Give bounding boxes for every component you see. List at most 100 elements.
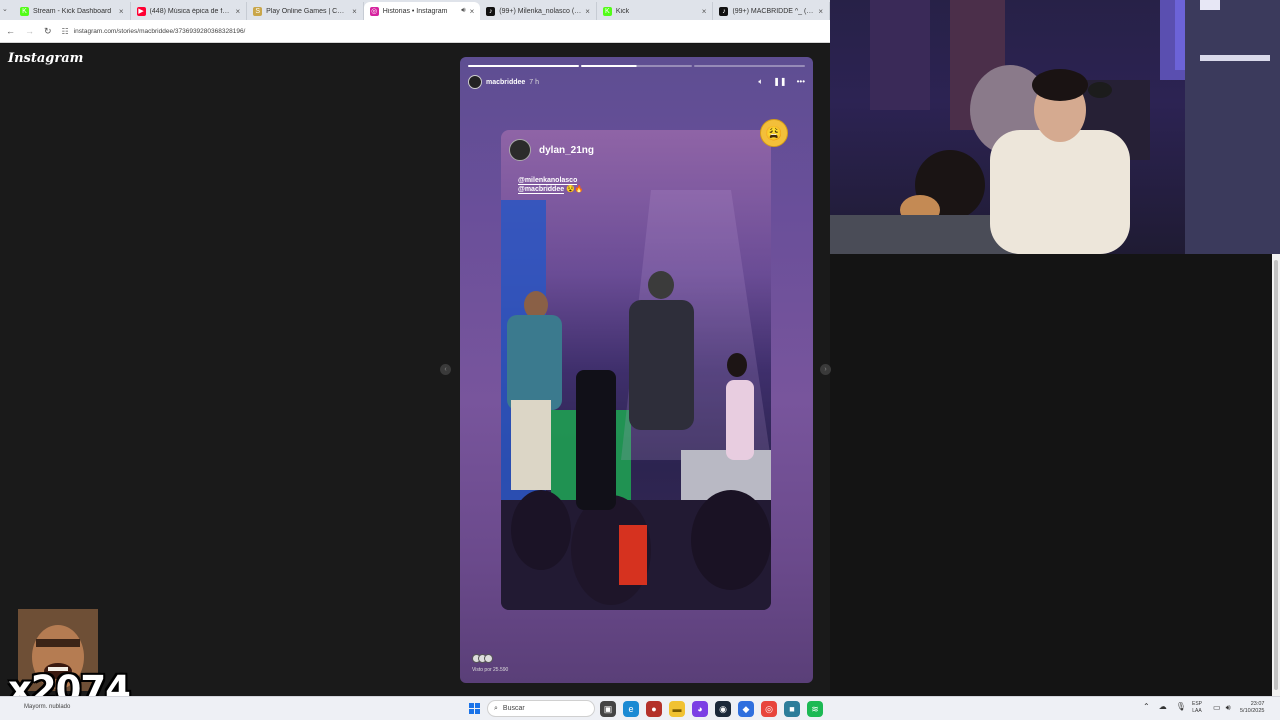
browser-tab[interactable]: ◎ Historias • Instagram 🔊︎ ×: [363, 2, 481, 20]
story-avatar[interactable]: [468, 75, 482, 89]
browser-tab[interactable]: ♪ (99+) Milenka_nolasco (4 ❤ (×: [480, 2, 597, 20]
mention-link[interactable]: @milenkanolasco: [518, 177, 578, 185]
spotify-icon[interactable]: ≋: [807, 701, 823, 717]
tab-favicon-icon: ♪: [719, 6, 729, 16]
forward-icon[interactable]: →: [25, 26, 34, 36]
tab-audio-icon[interactable]: 🔊︎: [461, 7, 465, 15]
app-icon[interactable]: ■: [784, 701, 800, 717]
address-bar: ← → ↻ ☷ instagram.com/stories/macbriddee…: [0, 20, 830, 43]
story-viewers-avatars[interactable]: [472, 654, 493, 663]
video-mentions: @milenkanolasco @macbriddee 😵🔥: [518, 176, 584, 194]
search-placeholder: Buscar: [502, 705, 525, 712]
site-info-icon[interactable]: ☷: [62, 27, 69, 36]
onedrive-icon[interactable]: ☁: [1159, 702, 1167, 711]
task-view-icon[interactable]: ▣: [600, 701, 616, 717]
close-tab-icon[interactable]: ×: [470, 7, 475, 16]
close-tab-icon[interactable]: ×: [818, 7, 823, 16]
language-code: ESP: [1192, 701, 1203, 707]
webcam-overlay: [830, 0, 1280, 254]
weather-widget[interactable]: Mayorm. nublado: [24, 704, 70, 710]
scrollbar-thumb[interactable]: [1274, 260, 1278, 690]
close-tab-icon[interactable]: ×: [352, 7, 357, 16]
close-tab-icon[interactable]: ×: [585, 7, 590, 16]
tray-overflow-icon[interactable]: ⌃: [1143, 702, 1150, 711]
pinned-apps: ▣ e ● ▬ ◕ ◉ ◆ ◎ ■ ≋: [600, 701, 823, 717]
browser-tab[interactable]: ▶(448) Música épica de fondo p×: [131, 2, 248, 20]
concert-scene-image: [501, 190, 771, 610]
story-progress-segment: [468, 65, 579, 67]
clock-time: 23:07: [1250, 701, 1265, 707]
story-viewer[interactable]: macbriddee 7 h 🔈︎ ❚❚ ••• dylan_21ng @mil…: [460, 57, 813, 683]
back-icon[interactable]: ←: [6, 26, 15, 36]
discord-icon[interactable]: ◕: [692, 701, 708, 717]
story-progress-bars: [468, 65, 805, 67]
video-author-avatar: [509, 139, 531, 161]
close-tab-icon[interactable]: ×: [702, 7, 707, 16]
volume-icon[interactable]: 🔈︎: [758, 77, 763, 87]
story-header: macbriddee 7 h 🔈︎ ❚❚ •••: [468, 74, 805, 90]
app-icon[interactable]: ◆: [738, 701, 754, 717]
story-video[interactable]: dylan_21ng @milenkanolasco @macbriddee 😵…: [501, 130, 771, 610]
tab-title: (99+) MACBRIDDE ^_ (@macb: [732, 7, 814, 15]
start-button[interactable]: [469, 703, 480, 714]
file-explorer-icon[interactable]: ▬: [669, 701, 685, 717]
story-username[interactable]: macbriddee: [486, 79, 525, 86]
steam-icon[interactable]: ◉: [715, 701, 731, 717]
taskbar-search[interactable]: ⌕ Buscar: [487, 700, 595, 717]
video-author-name: dylan_21ng: [539, 144, 595, 156]
tray-status-icons: ▭ 🔊︎: [1213, 703, 1231, 713]
screen: { "tabs": [ {"title": "Stream - Kick Das…: [0, 0, 1280, 720]
instagram-logo[interactable]: Instagram: [8, 51, 83, 66]
tab-favicon-icon: ◎: [369, 6, 379, 16]
tab-favicon-icon: S: [253, 6, 263, 16]
webcam-image: [830, 0, 1280, 254]
volume-icon[interactable]: 🔊︎: [1226, 703, 1231, 713]
previous-story-button[interactable]: ‹: [440, 364, 451, 375]
edge-icon[interactable]: e: [623, 701, 639, 717]
viewer-avatar: [484, 654, 493, 663]
next-story-button[interactable]: ›: [820, 364, 831, 375]
browser-tab[interactable]: SPlay Online Games | Casino, R ×: [247, 2, 364, 20]
browser-tab[interactable]: ♪(99+) MACBRIDDE ^_ (@macb ×: [713, 2, 831, 20]
video-author: dylan_21ng: [509, 139, 594, 161]
keyboard-layout: LAA: [1192, 708, 1202, 714]
tab-favicon-icon: K: [20, 6, 29, 16]
microphone-icon[interactable]: 🎙︎: [1176, 702, 1186, 711]
browser-tab[interactable]: K Stream - Kick Dashboard ×: [14, 2, 131, 20]
tab-search-icon[interactable]: ⌄: [2, 5, 8, 13]
tab-title: Historias • Instagram: [382, 7, 448, 15]
network-icon[interactable]: ▭: [1213, 703, 1221, 713]
story-progress-segment: [694, 65, 805, 67]
close-tab-icon[interactable]: ×: [119, 7, 124, 16]
app-icon[interactable]: ●: [646, 701, 662, 717]
reload-icon[interactable]: ↻: [44, 26, 52, 37]
mention-link[interactable]: @macbriddee: [518, 186, 565, 194]
search-icon: ⌕: [494, 704, 498, 712]
url-text: instagram.com/stories/macbriddee/3736939…: [73, 27, 246, 35]
clock-date: 5/10/2025: [1240, 708, 1265, 714]
chrome-icon[interactable]: ◎: [761, 701, 777, 717]
tab-favicon-icon: ▶: [136, 6, 146, 16]
story-time-ago: 7 h: [529, 78, 540, 86]
tab-favicon-icon: K: [602, 6, 612, 16]
tab-title: Kick: [615, 7, 630, 15]
page-scrollbar[interactable]: [1272, 254, 1280, 696]
browser-tab[interactable]: K Kick ×: [597, 2, 714, 20]
tab-title: (99+) Milenka_nolasco (4 ❤ (: [499, 8, 582, 15]
taskbar-clock[interactable]: 23:07 5/10/2025: [1240, 701, 1264, 715]
pause-icon[interactable]: ❚❚: [773, 77, 786, 87]
input-language[interactable]: ESP LAA: [1192, 701, 1202, 715]
mention-emoji: 😵🔥: [564, 186, 584, 193]
tab-title: (448) Música épica de fondo p: [149, 7, 232, 15]
instagram-story-page: Instagram ‹ › macbriddee 7 h 🔈︎ ❚❚ ••• d…: [0, 44, 831, 696]
url-field[interactable]: ☷ instagram.com/stories/macbriddee/37369…: [62, 23, 822, 39]
windows-taskbar: Mayorm. nublado ⌕ Buscar ▣ e ● ▬ ◕ ◉ ◆ ◎…: [0, 696, 1280, 720]
story-view-count[interactable]: Visto por 25.590: [472, 667, 508, 673]
close-tab-icon[interactable]: ×: [235, 7, 240, 16]
tab-title: Play Online Games | Casino, R: [266, 7, 348, 15]
tab-title: Stream - Kick Dashboard: [33, 7, 112, 15]
story-progress-segment: [581, 65, 692, 67]
more-options-icon[interactable]: •••: [797, 77, 805, 87]
sticker-emoji: 😩: [760, 119, 788, 147]
browser-tab-strip: ⌄ K Stream - Kick Dashboard × ▶ (448) Música…: [0, 0, 831, 20]
